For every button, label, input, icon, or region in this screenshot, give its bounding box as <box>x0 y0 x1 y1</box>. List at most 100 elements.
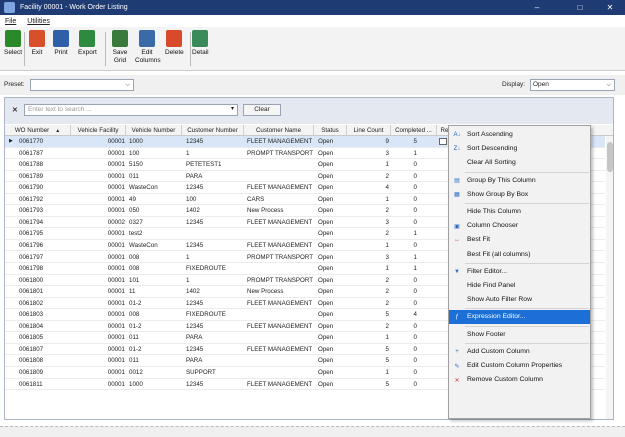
group-by-column-icon: ▤ <box>454 178 460 185</box>
cell-cnum: 1402 <box>186 207 200 215</box>
menu-item-hide-this-column[interactable]: Hide This Column <box>449 205 590 219</box>
cell-wo: 0061792 <box>19 195 44 203</box>
save-grid-button[interactable]: Save Grid <box>108 30 132 65</box>
column-header-0[interactable]: WO Number ▲ <box>5 125 71 136</box>
menu-item-group-by-this-column[interactable]: ▤ Group By This Column <box>449 174 590 188</box>
cell-fac: 00001 <box>107 299 125 307</box>
cell-status: Open <box>318 195 334 203</box>
display-select[interactable]: Open ⌵ <box>530 79 615 91</box>
column-header-1[interactable]: Vehicle Facility <box>71 125 126 136</box>
cell-cnum: 12345 <box>186 380 204 388</box>
menu-item-label: Show Footer <box>467 330 506 338</box>
cell-done: 0 <box>413 299 417 307</box>
cell-veh: 011 <box>129 334 139 342</box>
cell-done: 0 <box>413 357 417 365</box>
delete-button[interactable]: Delete <box>165 30 184 57</box>
cell-done: 0 <box>413 241 417 249</box>
cell-cnum: 12345 <box>186 322 204 330</box>
print-button[interactable]: Print <box>53 30 69 57</box>
cell-fac: 00001 <box>107 265 125 273</box>
cell-lines: 1 <box>385 161 389 169</box>
menu-item-clear-all-sorting[interactable]: Clear All Sorting <box>449 156 590 170</box>
column-header-label: Customer Number <box>187 127 238 134</box>
maximize-button[interactable]: □ <box>565 0 595 15</box>
expression-editor-icon: ƒ <box>455 314 459 321</box>
cell-done: 0 <box>413 276 417 284</box>
edit-columns-icon <box>139 30 155 47</box>
sort-ascending-icon: ▲ <box>55 128 61 134</box>
cell-fac: 00001 <box>107 207 125 215</box>
column-header-4[interactable]: Customer Name <box>244 125 314 136</box>
menu-item-show-group-by-box[interactable]: ▦ Show Group By Box <box>449 188 590 202</box>
menu-separator <box>465 171 589 173</box>
menu-item-filter-editor[interactable]: ▼ Filter Editor... <box>449 265 590 279</box>
edit-columns-button[interactable]: Edit Columns <box>135 30 161 65</box>
select-button[interactable]: Select <box>4 30 22 57</box>
cell-lines: 2 <box>385 172 389 180</box>
cell-cname <box>247 171 314 182</box>
cell-cname: CARS <box>247 195 265 203</box>
menu-item-remove-custom-column[interactable]: ✕ Remove Custom Column <box>449 373 590 387</box>
cell-fac: 00001 <box>107 276 125 284</box>
row-checkbox[interactable] <box>439 138 447 145</box>
menu-file[interactable]: File <box>5 18 16 25</box>
cell-cnum: 12345 <box>186 218 204 226</box>
menu-item-sort-ascending[interactable]: A↓ Sort Ascending <box>449 128 590 142</box>
menu-item-hide-find-panel[interactable]: Hide Find Panel <box>449 279 590 293</box>
cell-wo: 0061788 <box>19 161 44 169</box>
menu-item-show-footer[interactable]: Show Footer <box>449 328 590 342</box>
menu-item-show-auto-filter-row[interactable]: Show Auto Filter Row <box>449 293 590 307</box>
toolbar-separator <box>190 32 191 66</box>
menu-item-column-chooser[interactable]: ▣ Column Chooser <box>449 219 590 233</box>
search-input[interactable]: Enter text to search ... ▾ <box>24 104 238 116</box>
vertical-scrollbar[interactable] <box>606 136 613 419</box>
menu-item-label: Best Fit (all columns) <box>467 250 531 258</box>
cell-status: Open <box>318 138 334 145</box>
cell-cname <box>247 332 314 343</box>
close-find-panel-icon[interactable]: ✕ <box>12 106 18 114</box>
detail-button[interactable]: Detail <box>192 30 209 57</box>
cell-veh: 011 <box>129 172 139 180</box>
column-header-6[interactable]: Line Count <box>347 125 391 136</box>
add-column-icon: + <box>455 348 459 355</box>
detail-document-icon <box>192 30 209 47</box>
cell-veh: 050 <box>129 207 140 215</box>
menu-item-best-fit-all-columns[interactable]: Best Fit (all columns) <box>449 248 590 262</box>
column-header-5[interactable]: Status <box>314 125 347 136</box>
cell-lines: 5 <box>385 345 389 353</box>
column-header-3[interactable]: Customer Number <box>182 125 244 136</box>
menu-item-expression-editor[interactable]: ƒ Expression Editor... <box>449 310 590 325</box>
export-button[interactable]: Export <box>78 30 97 57</box>
cell-veh: 008 <box>129 311 140 319</box>
cell-done: 0 <box>413 369 417 376</box>
close-window-button[interactable]: ✕ <box>595 0 625 15</box>
cell-cname <box>247 367 314 378</box>
column-header-label: WO Number <box>14 127 50 134</box>
preset-select[interactable]: ⌵ <box>30 79 134 91</box>
cell-cnum <box>186 228 244 239</box>
cell-veh: 01-2 <box>129 322 142 330</box>
cell-cnum: PARA <box>186 357 203 365</box>
cell-fac: 00001 <box>107 345 125 353</box>
column-header-2[interactable]: Vehicle Number <box>126 125 182 136</box>
cell-wo: 0061787 <box>19 149 44 157</box>
cell-cnum: PARA <box>186 172 203 180</box>
menu-item-edit-custom-column-properties[interactable]: ✎ Edit Custom Column Properties <box>449 359 590 373</box>
column-header-7[interactable]: Completed ... <box>391 125 437 136</box>
column-header-label: Line Count <box>353 127 384 134</box>
menu-item-best-fit[interactable]: ↔ Best Fit <box>449 233 590 247</box>
cell-done: 0 <box>413 334 417 342</box>
cell-status: Open <box>318 288 334 296</box>
cell-status: Open <box>318 161 334 169</box>
exit-button[interactable]: Exit <box>29 30 45 57</box>
exit-label: Exit <box>31 49 43 56</box>
cell-cname: FLEET MANAGEMENT <box>247 345 313 353</box>
cell-cnum: 1402 <box>186 288 200 296</box>
clear-button[interactable]: Clear <box>243 104 281 116</box>
menu-item-sort-descending[interactable]: Z↓ Sort Descending <box>449 142 590 156</box>
chevron-down-icon: ⌵ <box>606 82 611 88</box>
menu-item-add-custom-column[interactable]: + Add Custom Column <box>449 345 590 359</box>
scrollbar-thumb[interactable] <box>607 142 613 172</box>
minimize-button[interactable]: – <box>522 0 552 15</box>
menu-utilities[interactable]: Utilities <box>27 18 50 25</box>
